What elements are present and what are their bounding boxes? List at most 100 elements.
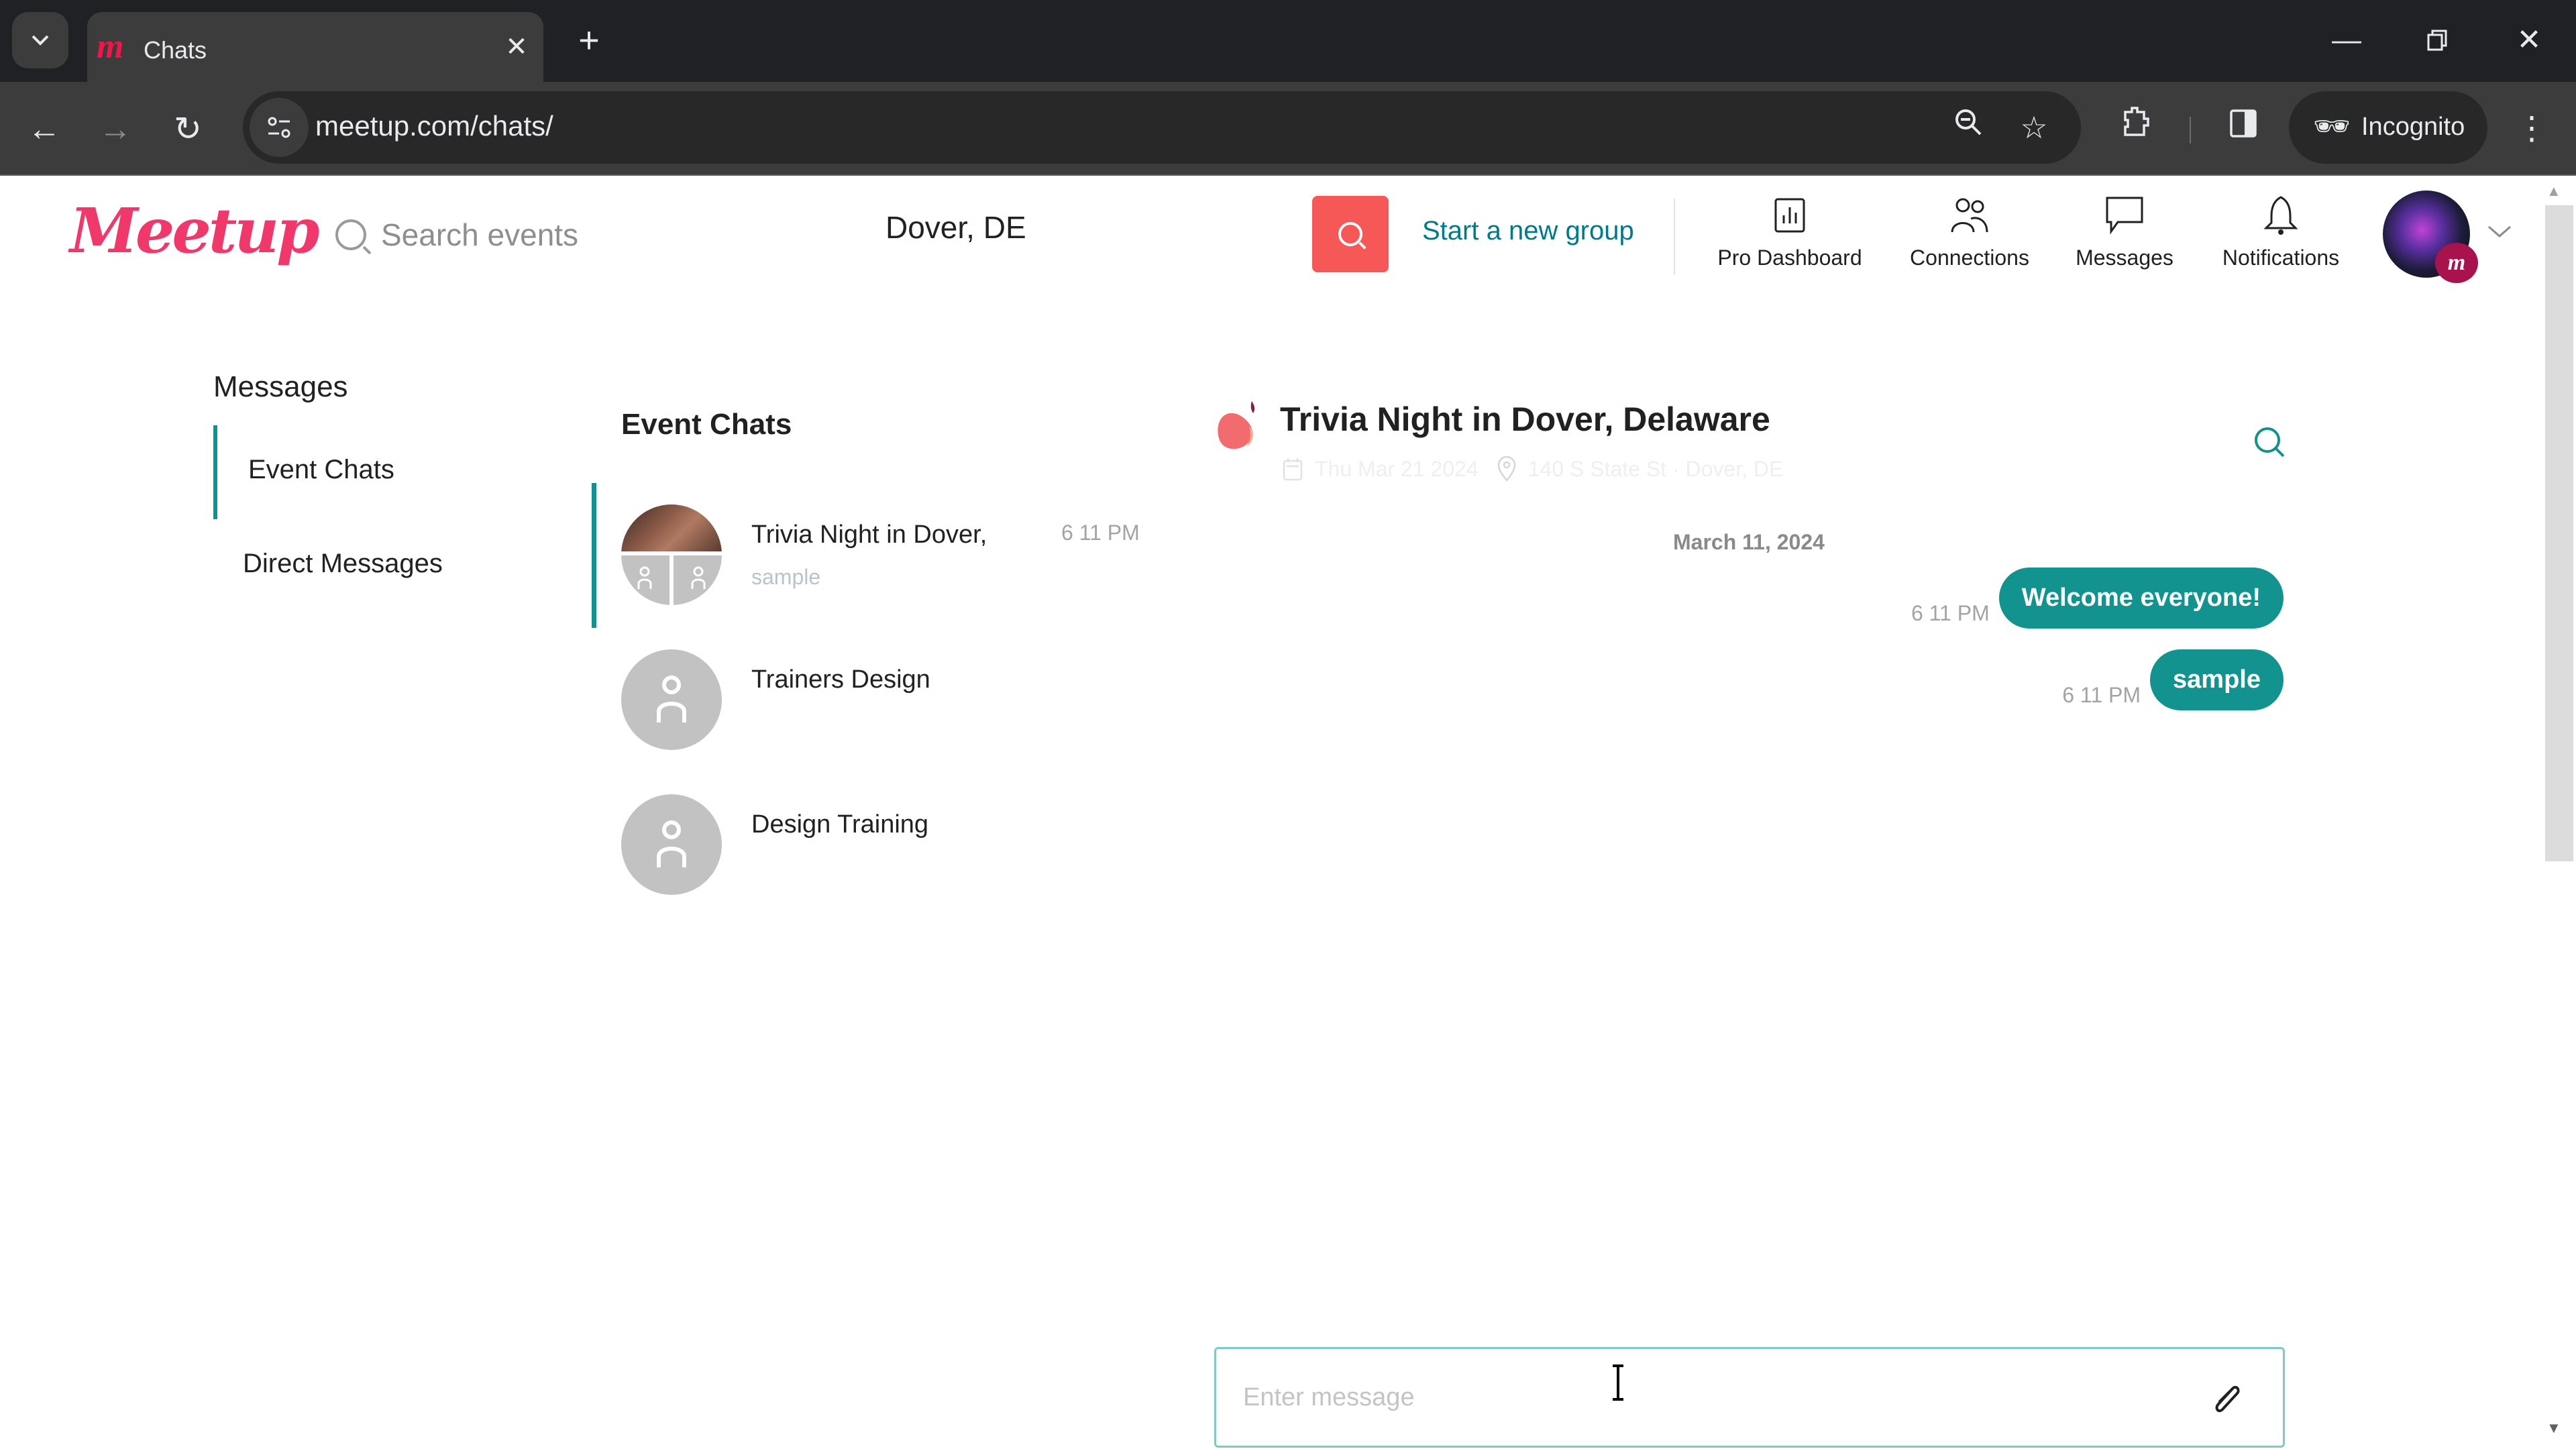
message-bubble[interactable]: sample [2150, 649, 2284, 710]
message-composer [1214, 1347, 2285, 1448]
scroll-down-arrow[interactable]: ▼ [2546, 1419, 2561, 1437]
chevron-down-icon [32, 35, 49, 46]
sidebar-item-direct-messages[interactable]: Direct Messages [243, 549, 443, 579]
new-tab-button[interactable]: + [569, 20, 609, 60]
nav-connections[interactable]: Connections [1896, 192, 2043, 279]
calendar-icon [1283, 458, 1303, 481]
chat-preview: sample [751, 565, 821, 589]
member-photo [621, 504, 722, 551]
paperclip-icon [2215, 1386, 2240, 1413]
bell-icon [2263, 196, 2298, 235]
chat-name: Design Training [751, 810, 929, 839]
message-time: 6 11 PM [1911, 601, 1990, 625]
message-bubble[interactable]: Welcome everyone! [1998, 568, 2284, 629]
browser-toolbar: ← → ↻ meetup.com/chats/ ☆ 🕶 Incognito ⋮ [0, 82, 2576, 176]
chat-time: 6 11 PM [1061, 521, 1140, 545]
person-icon [691, 566, 706, 589]
tab-search-button[interactable] [12, 12, 68, 68]
search-events-field[interactable] [335, 208, 805, 262]
chat-name: Trainers Design [751, 665, 930, 694]
attach-button[interactable] [2206, 1379, 2248, 1420]
chat-list-item[interactable]: Design Training [621, 794, 1158, 902]
close-tab-button[interactable]: ✕ [499, 30, 534, 64]
message-time: 6 11 PM [2062, 683, 2141, 707]
header-divider [1674, 199, 1675, 275]
restore-icon [2427, 30, 2447, 51]
kebab-menu-icon: ⋮ [2516, 111, 2548, 146]
meetup-favicon-icon: m [97, 28, 124, 66]
person-icon [637, 566, 652, 589]
incognito-icon: 🕶 [2313, 110, 2351, 143]
browser-tab-chats[interactable]: m Chats ✕ [87, 12, 543, 82]
bar-chart-icon [1774, 198, 1805, 233]
date-divider-label: March 11, 2024 [1673, 530, 1825, 554]
meetup-plus-badge: m [2435, 243, 2478, 283]
nav-label: Pro Dashboard [1717, 246, 1862, 270]
bookmark-button[interactable]: ☆ [2011, 105, 2057, 150]
browser-tabstrip: m Chats ✕ + — ✕ [0, 0, 2576, 82]
person-icon [657, 820, 686, 867]
event-date: Thu Mar 21 2024 [1315, 456, 1479, 481]
toolbar-divider [2190, 117, 2191, 144]
chat-bubble-icon [2106, 197, 2143, 235]
nav-label: Messages [2076, 246, 2174, 270]
sidebar-active-indicator [213, 425, 217, 519]
person-icon [657, 676, 686, 722]
sidebar-item-event-chats[interactable]: Event Chats [248, 455, 394, 485]
people-icon [1951, 198, 1988, 233]
minimize-button[interactable]: — [2313, 15, 2380, 66]
event-location: 140 S State St · Dover, DE [1527, 456, 1784, 481]
text-cursor-icon [1613, 1364, 1623, 1401]
incognito-label: Incognito [2361, 113, 2465, 141]
event-group-logo [1218, 401, 1255, 449]
address-bar[interactable]: meetup.com/chats/ ☆ [243, 91, 2081, 164]
location-pin-icon [1497, 456, 1515, 482]
search-conversation-button[interactable] [2251, 424, 2289, 462]
search-icon [2255, 427, 2285, 458]
nav-label: Connections [1910, 246, 2029, 270]
nav-pro-dashboard[interactable]: Pro Dashboard [1709, 192, 1870, 279]
chat-list-item[interactable]: Trainers Design [621, 649, 1158, 757]
back-button[interactable]: ← [15, 99, 74, 158]
zoom-button[interactable] [1945, 105, 1991, 150]
message-row: 6 11 PM sample [2062, 649, 2284, 710]
message-row: 6 11 PM Welcome everyone! [1911, 568, 2284, 629]
nav-messages[interactable]: Messages [2061, 192, 2188, 279]
default-avatar [621, 794, 722, 895]
reload-button[interactable]: ↻ [158, 99, 217, 158]
conversation-title[interactable]: Trivia Night in Dover, Delaware [1280, 400, 1770, 439]
start-new-group-link[interactable]: Start a new group [1422, 216, 1634, 246]
tab-title: Chats [144, 36, 207, 64]
extensions-button[interactable] [2106, 99, 2165, 158]
event-meta: Thu Mar 21 2024 140 S State St · Dover, … [1283, 456, 1783, 482]
date-divider: March 11, 2024 [1610, 530, 2556, 555]
incognito-indicator[interactable]: 🕶 Incognito [2289, 91, 2487, 164]
restore-button[interactable] [2404, 15, 2471, 66]
location-input[interactable] [885, 209, 1288, 246]
search-icon [1338, 222, 1362, 246]
star-icon: ☆ [2020, 110, 2048, 145]
side-panel-button[interactable] [2214, 99, 2273, 158]
nav-label: Notifications [2222, 246, 2340, 270]
profile-menu-toggle[interactable] [2486, 219, 2513, 246]
nav-notifications[interactable]: Notifications [2207, 192, 2355, 279]
site-info-button[interactable] [250, 98, 309, 157]
side-panel-icon [2230, 109, 2257, 138]
chevron-down-icon [2488, 225, 2511, 237]
scroll-up-arrow[interactable]: ▲ [2546, 182, 2561, 200]
forward-button[interactable]: → [86, 99, 145, 158]
meetup-logo[interactable]: Meetup [70, 195, 320, 267]
sidebar-title: Messages [213, 370, 348, 403]
browser-menu-button[interactable]: ⋮ [2502, 99, 2561, 158]
chat-list-title: Event Chats [621, 408, 792, 441]
close-window-button[interactable]: ✕ [2496, 15, 2563, 66]
zoom-out-icon [1955, 109, 1982, 136]
search-icon [335, 219, 366, 250]
search-button[interactable] [1312, 196, 1389, 272]
tune-icon [268, 117, 290, 138]
message-input[interactable] [1243, 1376, 2182, 1419]
search-events-input[interactable] [381, 217, 784, 253]
chat-list-item[interactable]: Trivia Night in Dover, sample 6 11 PM [621, 504, 1158, 612]
url-text[interactable]: meetup.com/chats/ [315, 110, 553, 142]
chat-list-active-indicator [592, 483, 596, 628]
